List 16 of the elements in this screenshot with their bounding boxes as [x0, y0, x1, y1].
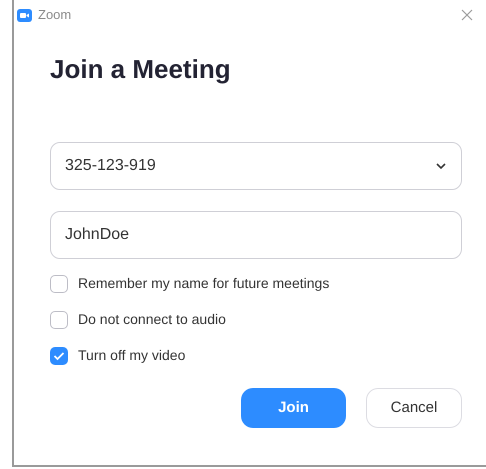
checkbox[interactable]	[50, 274, 68, 292]
meeting-id-dropdown[interactable]: 325-123-919	[50, 142, 462, 190]
checkbox-label: Turn off my video	[78, 346, 186, 365]
checkbox-label: Remember my name for future meetings	[78, 274, 330, 293]
check-icon	[53, 350, 65, 360]
video-camera-logo-icon	[17, 8, 32, 22]
cancel-button[interactable]: Cancel	[366, 388, 462, 428]
window-title: Zoom	[38, 6, 72, 24]
close-icon[interactable]	[460, 8, 474, 22]
name-field[interactable]: JohnDoe	[50, 211, 462, 259]
chevron-down-icon	[435, 162, 447, 170]
dialog-heading: Join a Meeting	[50, 53, 232, 86]
checkbox-label: Do not connect to audio	[78, 310, 226, 329]
checkbox[interactable]	[50, 310, 68, 328]
checkbox[interactable]	[50, 346, 68, 364]
meeting-id-value: 325-123-919	[65, 156, 156, 176]
